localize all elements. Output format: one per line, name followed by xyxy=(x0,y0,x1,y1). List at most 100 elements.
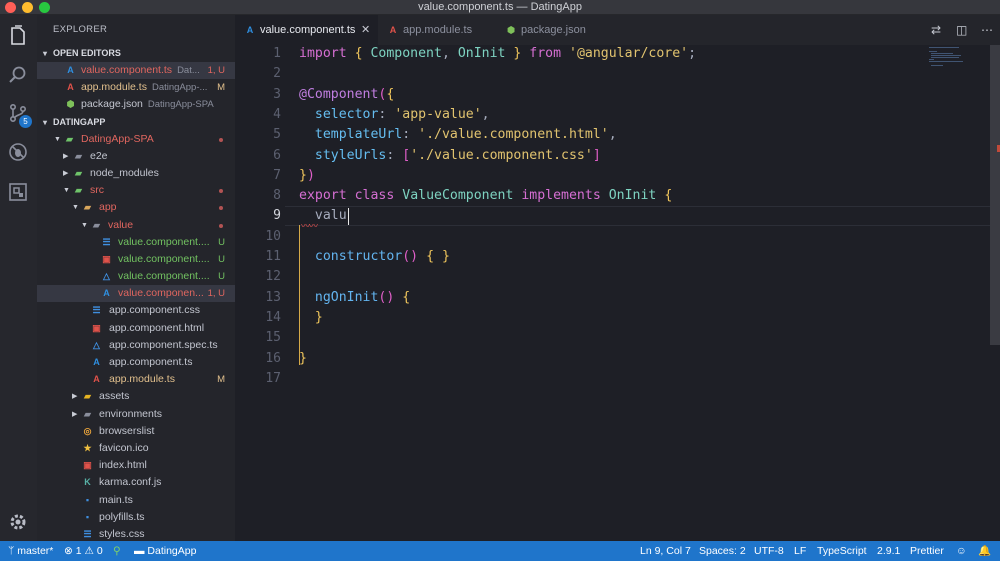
tree-file[interactable]: ▪ polyfills.ts xyxy=(37,509,235,526)
title-bar: value.component.ts — DatingApp xyxy=(0,0,1000,15)
code-line[interactable]: } xyxy=(299,308,323,328)
tree-folder[interactable]: ▶ ▰ e2e xyxy=(37,148,235,165)
tree-file[interactable]: ☰ styles.css xyxy=(37,526,235,541)
close-icon[interactable]: ✕ xyxy=(361,15,370,45)
problems-indicator[interactable]: ⊗ 1 ⚠ 0 xyxy=(64,541,103,561)
git-branch[interactable]: ᛘ master* xyxy=(8,541,53,561)
file-name: value.componen... xyxy=(118,287,204,300)
folder-icon: ▰ xyxy=(93,219,100,230)
notifications-bell-icon[interactable]: 🔔 xyxy=(978,541,991,561)
activity-bar: 5 xyxy=(0,15,37,541)
git-status: 1, U xyxy=(207,288,225,300)
tree-file[interactable]: ▣ value.component.... U xyxy=(37,251,235,268)
code-editor[interactable]: 1 2 3 4 5 6 7 8 9 10 11 12 13 14 15 16 17 import { Compo… xyxy=(235,45,1000,541)
search-icon[interactable] xyxy=(7,64,29,86)
tree-folder[interactable]: ▶ ▰ assets xyxy=(37,388,235,405)
tree-file[interactable]: Aapp.module.ts M xyxy=(37,371,235,388)
more-actions-icon[interactable]: ⋯ xyxy=(981,15,993,45)
chevron-right-icon: ▶ xyxy=(72,393,78,401)
git-status: U xyxy=(218,236,225,248)
code-line[interactable]: }) xyxy=(299,166,315,186)
tree-file[interactable]: △ value.component.... U xyxy=(37,268,235,285)
tree-file[interactable]: ◎ browserslist xyxy=(37,423,235,440)
files-icon[interactable] xyxy=(7,25,29,47)
folder-name: environments xyxy=(99,407,163,420)
language-mode[interactable]: TypeScript xyxy=(817,541,867,561)
tree-folder[interactable]: ▼ ▰ app xyxy=(37,199,235,216)
debug-icon[interactable] xyxy=(7,141,29,163)
open-editor-item[interactable]: A app.module.ts DatingApp-... M xyxy=(37,79,235,96)
open-editor-item[interactable]: A value.component.ts Dat... 1, U xyxy=(37,62,235,80)
tree-folder[interactable]: ▼ ▰ src xyxy=(37,182,235,199)
git-status: U xyxy=(218,253,225,265)
angular-ts-icon: A xyxy=(93,357,100,367)
workspace-folder[interactable]: ▬ DatingApp xyxy=(134,541,196,561)
code-line[interactable]: } xyxy=(299,349,307,369)
code-line[interactable]: templateUrl: './value.component.html', xyxy=(299,125,617,145)
git-status: M xyxy=(217,374,225,386)
folder-icon: ▰ xyxy=(84,391,91,402)
open-editor-item[interactable]: ⬢ package.json DatingApp-SPA xyxy=(37,96,235,113)
typescript-icon: ▪ xyxy=(85,511,90,522)
tab-label: package.json xyxy=(521,24,586,36)
code-token: styleUrls xyxy=(314,147,387,163)
line-number: 15 xyxy=(265,330,281,346)
tab-value-component[interactable]: A value.component.ts ✕ xyxy=(235,15,378,45)
window-title: value.component.ts — DatingApp xyxy=(418,1,582,13)
tree-folder[interactable]: ▶ ▰ environments xyxy=(37,406,235,423)
tree-file[interactable]: ▣ app.component.html xyxy=(37,320,235,337)
tree-folder[interactable]: ▼ ▰ value xyxy=(37,217,235,234)
code-token: { xyxy=(664,188,673,204)
open-editors-section[interactable]: ▾ OPEN EDITORS xyxy=(37,45,235,62)
folder-icon: ▰ xyxy=(66,133,73,144)
tree-file[interactable]: ▣ index.html xyxy=(37,457,235,474)
tree-file[interactable]: ☰ value.component.... U xyxy=(37,234,235,251)
code-line[interactable]: @Component({ xyxy=(299,85,394,105)
file-name: browserslist xyxy=(99,424,155,437)
extensions-icon[interactable] xyxy=(7,181,29,203)
tree-file[interactable]: ★ favicon.ico xyxy=(37,440,235,457)
file-encoding[interactable]: UTF-8 xyxy=(754,541,784,561)
cursor-position[interactable]: Ln 9, Col 7 xyxy=(640,541,691,561)
code-line[interactable]: selector: 'app-value', xyxy=(299,105,490,125)
code-line[interactable]: constructor() { } xyxy=(299,247,450,267)
code-token: , xyxy=(608,127,617,143)
tree-file[interactable]: Aapp.component.ts xyxy=(37,354,235,371)
css-icon: ☰ xyxy=(83,528,92,539)
tree-folder[interactable]: ▼ ▰ DatingApp-SPA xyxy=(37,131,235,148)
code-line[interactable]: ngOnInit() { xyxy=(299,288,410,308)
file-name: package.json xyxy=(81,98,143,111)
prettier-status[interactable]: Prettier xyxy=(910,541,944,561)
tree-file[interactable]: Kkarma.conf.js xyxy=(37,474,235,491)
code-token: } xyxy=(299,350,307,366)
split-editor-icon[interactable]: ◫ xyxy=(956,15,967,45)
code-line[interactable]: styleUrls: ['./value.component.css'] xyxy=(299,146,601,166)
file-name: value.component.... xyxy=(118,235,210,248)
code-token: [ xyxy=(402,147,411,163)
git-status: U xyxy=(218,271,225,283)
tab-app-module[interactable]: A app.module.ts xyxy=(378,15,496,45)
typescript-version[interactable]: 2.9.1 xyxy=(877,541,900,561)
code-token: constructor xyxy=(314,249,403,264)
code-line[interactable]: import { Component, OnInit } from '@angu… xyxy=(299,45,696,64)
feedback-smiley-icon[interactable]: ☺ xyxy=(956,541,967,561)
tree-file[interactable]: △ app.component.spec.ts xyxy=(37,337,235,354)
tree-file[interactable]: ▪ main.ts xyxy=(37,492,235,509)
editor-scrollbar[interactable] xyxy=(990,45,1000,345)
indentation[interactable]: Spaces: 2 xyxy=(699,541,746,561)
tree-file[interactable]: Avalue.componen... 1, U xyxy=(37,285,235,303)
live-share-icon[interactable]: ⚲ xyxy=(113,541,121,561)
end-of-line[interactable]: LF xyxy=(794,541,806,561)
explorer-sidebar: EXPLORER ▾ OPEN EDITORS A value.component… xyxy=(37,15,235,541)
tab-package-json[interactable]: ⬢ package.json xyxy=(496,15,616,45)
code-line[interactable]: export class ValueComponent implements O… xyxy=(299,186,672,206)
workspace-section[interactable]: ▾ DATINGAPP xyxy=(37,114,235,131)
folder-name: DatingApp xyxy=(147,545,197,557)
open-changes-icon[interactable]: ⇄ xyxy=(931,15,941,45)
settings-gear-icon[interactable] xyxy=(7,511,29,533)
tree-folder[interactable]: ▶ ▰ node_modules xyxy=(37,165,235,182)
folder-name: src xyxy=(90,184,104,197)
tree-file[interactable]: ☰ app.component.css xyxy=(37,302,235,319)
